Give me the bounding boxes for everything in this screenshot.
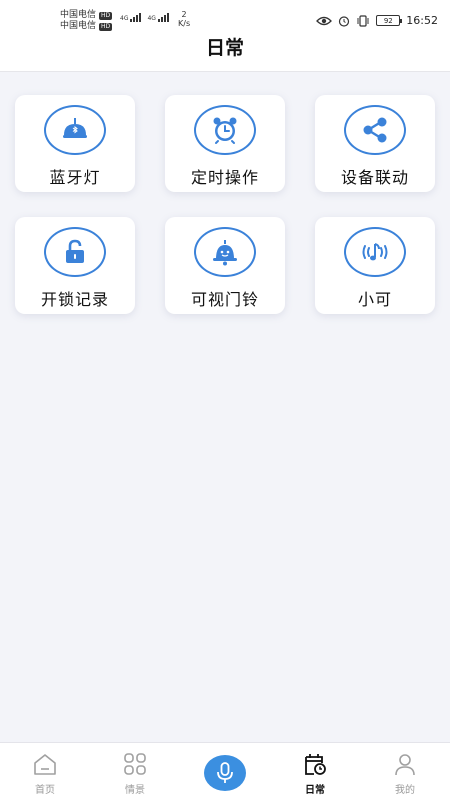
card-xiaoke[interactable]: 小可 (315, 217, 435, 314)
microphone-icon (217, 762, 233, 783)
doorbell-icon (213, 240, 237, 266)
nav-scene[interactable]: 情景 (90, 743, 180, 800)
icon-frame (44, 227, 106, 277)
signal-icon: 4G (147, 13, 169, 22)
card-unlock-record[interactable]: 开锁记录 (15, 217, 135, 314)
nav-mine-label: 我的 (395, 785, 415, 796)
eye-icon (316, 16, 333, 25)
user-icon (395, 754, 415, 776)
header: 日常 (0, 34, 450, 72)
share-icon (363, 117, 387, 143)
network-type-2: 4G (147, 15, 156, 22)
card-timed-operation[interactable]: 定时操作 (165, 95, 285, 192)
card-label: 定时操作 (190, 168, 259, 187)
unlock-icon (66, 239, 84, 263)
nav-scene-label: 情景 (125, 785, 145, 796)
icon-frame (44, 105, 106, 155)
card-label: 小可 (357, 290, 392, 309)
status-right: 92 16:52 (316, 14, 438, 27)
carrier-1: 中国电信 (60, 10, 97, 20)
bluetooth-lamp-icon (63, 118, 87, 138)
carrier-info: 中国电信 HD 中国电信 HD (60, 10, 113, 32)
vibrate-icon (357, 14, 369, 27)
voice-wrap (180, 743, 270, 800)
card-label: 可视门铃 (190, 290, 259, 309)
card-video-doorbell[interactable]: 可视门铃 (165, 217, 285, 314)
carrier-2: 中国电信 (60, 21, 97, 31)
card-label: 设备联动 (340, 168, 409, 187)
icon-frame (344, 227, 406, 277)
card-label: 蓝牙灯 (49, 168, 101, 187)
bottom-nav: 首页 情景 日常 我的 (0, 742, 450, 800)
clock-time: 16:52 (406, 14, 438, 27)
voice-button[interactable] (204, 755, 246, 791)
card-bluetooth-lamp[interactable]: 蓝牙灯 (15, 95, 135, 192)
card-device-linkage[interactable]: 设备联动 (315, 95, 435, 192)
network-type-1: 4G (120, 15, 129, 22)
page-title: 日常 (205, 37, 244, 59)
nav-home-label: 首页 (35, 785, 55, 796)
nav-home[interactable]: 首页 (0, 743, 90, 800)
nav-daily[interactable]: 日常 (270, 743, 360, 800)
card-label: 开锁记录 (40, 290, 109, 309)
signal-indicators: 4G 4G (120, 13, 169, 22)
battery-icon: 92 (376, 15, 403, 26)
alarm-clock-icon (213, 117, 237, 144)
network-speed: 2 K/s (178, 10, 190, 28)
feature-grid: 蓝牙灯 定时操作 设备联动 开锁记录 可视门铃 小可 (15, 95, 435, 314)
music-note-icon (362, 243, 388, 261)
nav-mine[interactable]: 我的 (360, 743, 450, 800)
network-speed-unit: K/s (178, 19, 191, 28)
signal-icon: 4G (120, 13, 142, 22)
status-bar: 中国电信 HD 中国电信 HD 4G 4G 2 K/s 92 16:52 (0, 0, 450, 34)
icon-frame (194, 105, 256, 155)
daily-calendar-icon (305, 754, 326, 775)
alarm-icon (339, 15, 350, 27)
hd-badge: HD (99, 22, 113, 31)
grid-icon (124, 753, 146, 775)
nav-daily-label: 日常 (305, 785, 325, 796)
icon-frame (344, 105, 406, 155)
icon-frame (194, 227, 256, 277)
network-speed-value: 2 (181, 10, 187, 19)
home-icon (34, 754, 56, 775)
hd-badge: HD (99, 11, 113, 20)
